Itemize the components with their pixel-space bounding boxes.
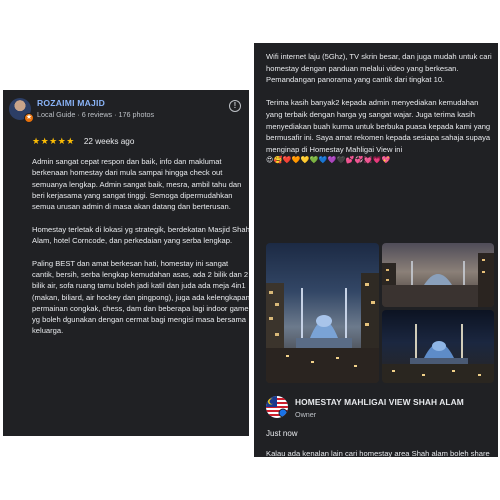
owner-name[interactable]: HOMESTAY MAHLIGAI VIEW SHAH ALAM [295, 397, 464, 407]
review-card-left: ★ ROZAIMI MAJID Local Guide · 6 reviews … [3, 90, 249, 436]
rating-row: ★★★★★ 22 weeks ago [32, 135, 134, 147]
review-time: 22 weeks ago [83, 136, 135, 146]
review-body-continued: Wifi internet laju (5Ghz), TV skrin besa… [266, 51, 494, 167]
review-body: Admin sangat cepat respon dan baik, info… [32, 156, 249, 348]
more-options-icon[interactable]: ! [229, 100, 241, 112]
star-rating: ★★★★★ [32, 135, 75, 146]
owner-reply-header: HOMESTAY MAHLIGAI VIEW SHAH ALAM Owner [266, 396, 494, 422]
review-photos [266, 243, 494, 383]
reviewer-meta: Local Guide · 6 reviews · 176 photos [37, 110, 155, 119]
reviewer-avatar[interactable]: ★ [9, 98, 34, 123]
review-paragraph: Paling BEST dan amat berkesan hati, home… [32, 258, 249, 336]
review-card-right: Wifi internet laju (5Ghz), TV skrin besa… [254, 43, 498, 457]
review-paragraph: Homestay terletak di lokasi yg strategik… [32, 224, 249, 246]
photo-mosque-night-view[interactable] [266, 243, 379, 383]
photo-mosque-lit-view[interactable] [382, 310, 494, 383]
review-paragraph: Admin sangat cepat respon dan baik, info… [32, 157, 242, 212]
review-paragraph: Terima kasih banyak2 kepada admin menyed… [266, 98, 491, 154]
reviewer-header: ★ ROZAIMI MAJID Local Guide · 6 reviews … [9, 98, 243, 128]
owner-reply-text: Kalau ada kenalan lain cari homestay are… [266, 449, 490, 457]
reply-time: Just now [266, 429, 298, 438]
photo-mosque-dusk-view[interactable] [382, 243, 494, 307]
local-guide-star-icon: ★ [24, 113, 34, 123]
owner-avatar[interactable] [266, 396, 288, 418]
owner-label: Owner [295, 410, 317, 419]
reviewer-name[interactable]: ROZAIMI MAJID [37, 98, 105, 108]
emoji-line: 😍🥰❤️🧡💛💚💙💜🖤💕💞💓💗💖 [266, 156, 391, 165]
review-paragraph: Wifi internet laju (5Ghz), TV skrin besa… [266, 52, 492, 85]
